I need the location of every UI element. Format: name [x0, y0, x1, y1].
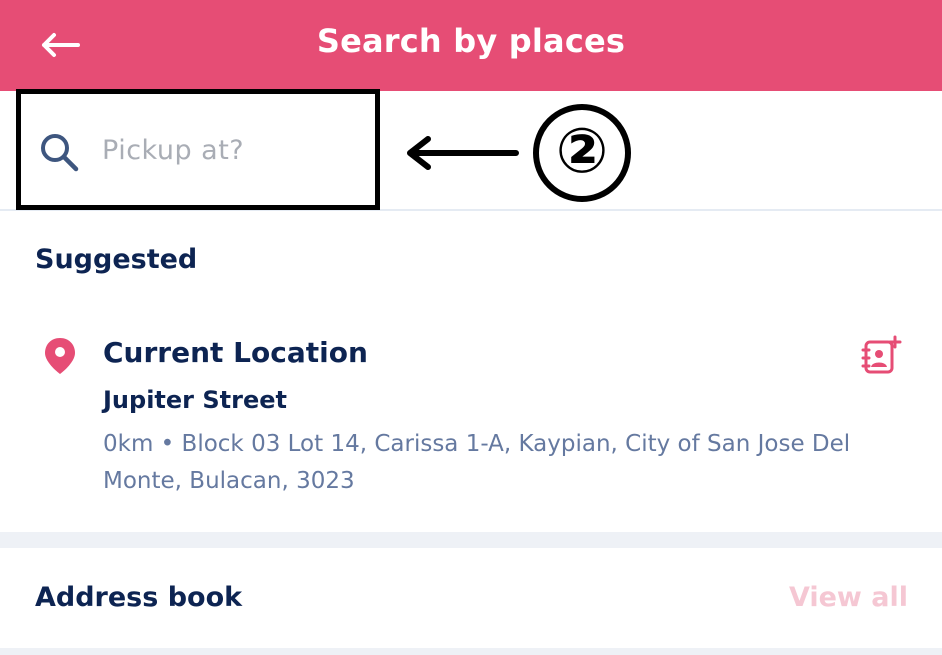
annotation-step-number: ② [533, 104, 631, 202]
section-title-address-book: Address book [35, 582, 243, 613]
view-all-link[interactable]: View all [789, 582, 908, 613]
add-contact-icon[interactable] [860, 334, 904, 378]
section-title-suggested: Suggested [35, 244, 198, 275]
location-name: Current Location [103, 336, 368, 369]
section-divider [0, 532, 942, 548]
annotation-arrow-icon [407, 136, 519, 170]
page-title: Search by places [316, 22, 626, 60]
section-divider-bottom [0, 648, 942, 655]
app-header: Search by places [0, 0, 942, 91]
location-address: 0km • Block 03 Lot 14, Carissa 1-A, Kayp… [103, 431, 851, 494]
annotation-highlight-box [16, 89, 380, 210]
location-street: Jupiter Street [103, 386, 287, 414]
location-pin-icon [45, 338, 75, 374]
